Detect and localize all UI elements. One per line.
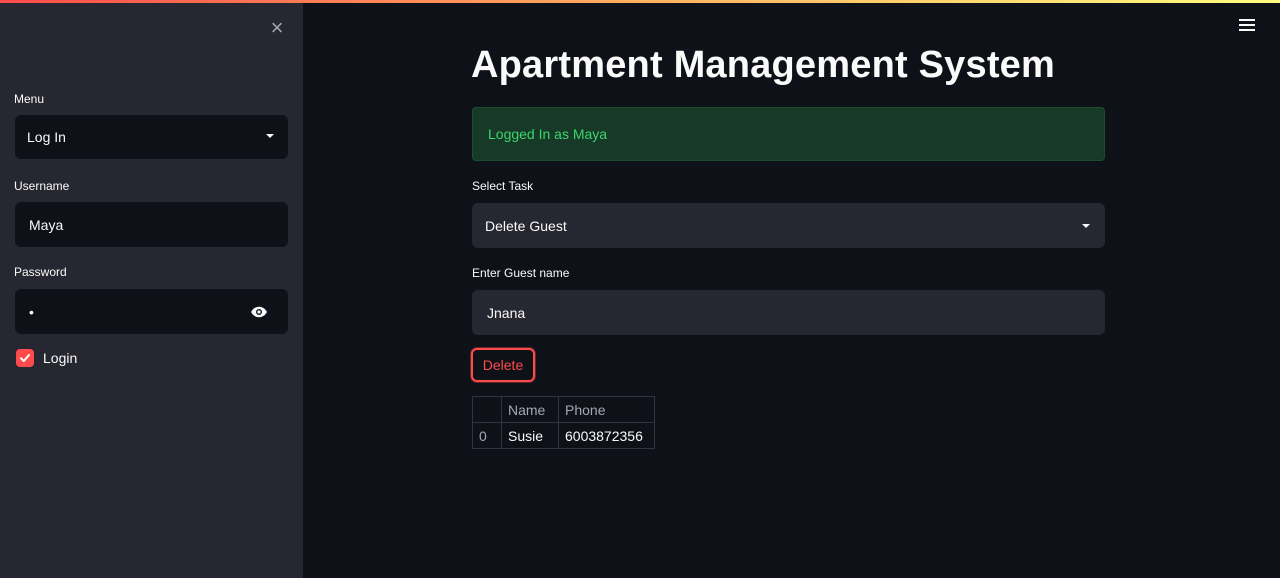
checkmark-icon [20,354,30,362]
guest-name-input[interactable]: Jnana [472,290,1105,335]
username-label: Username [14,179,70,193]
login-checkbox[interactable]: Login [16,349,77,367]
password-label: Password [14,265,67,279]
page-title: Apartment Management System [471,44,1055,86]
table-cell-index: 0 [472,422,502,449]
menu-label: Menu [14,92,45,106]
guest-table: Name Phone 0 Susie 6003872356 [472,396,655,449]
checkbox-checked-icon[interactable] [16,349,34,367]
password-value: • [29,303,34,320]
success-alert: Logged In as Maya [472,107,1105,161]
close-icon[interactable]: × [266,17,288,39]
chevron-down-icon [266,134,274,138]
task-select[interactable]: Delete Guest [472,203,1105,248]
table-cell-name: Susie [501,422,559,449]
table-header-index [472,396,502,423]
task-select-value: Delete Guest [485,217,567,234]
menu-select-value: Log In [27,129,66,145]
table-header-name: Name [501,396,559,423]
username-input[interactable]: Maya [15,202,288,247]
guest-name-value: Jnana [487,304,526,321]
guest-name-label: Enter Guest name [472,266,570,280]
eye-icon[interactable] [250,303,268,321]
table-header-phone: Phone [558,396,655,423]
table-row: 0 Susie 6003872356 [472,422,655,449]
delete-button[interactable]: Delete [471,348,535,382]
password-input[interactable]: • [15,289,288,334]
table-cell-phone: 6003872356 [558,422,655,449]
hamburger-menu-icon[interactable] [1239,19,1255,33]
success-message: Logged In as Maya [488,126,608,142]
sidebar: × Menu Log In Username Maya Password • L… [0,3,303,578]
table-header-row: Name Phone [472,396,655,423]
menu-select[interactable]: Log In [15,115,288,159]
task-label: Select Task [472,179,534,193]
chevron-down-icon [1082,224,1090,228]
username-value: Maya [29,216,64,233]
login-checkbox-label: Login [43,350,78,366]
